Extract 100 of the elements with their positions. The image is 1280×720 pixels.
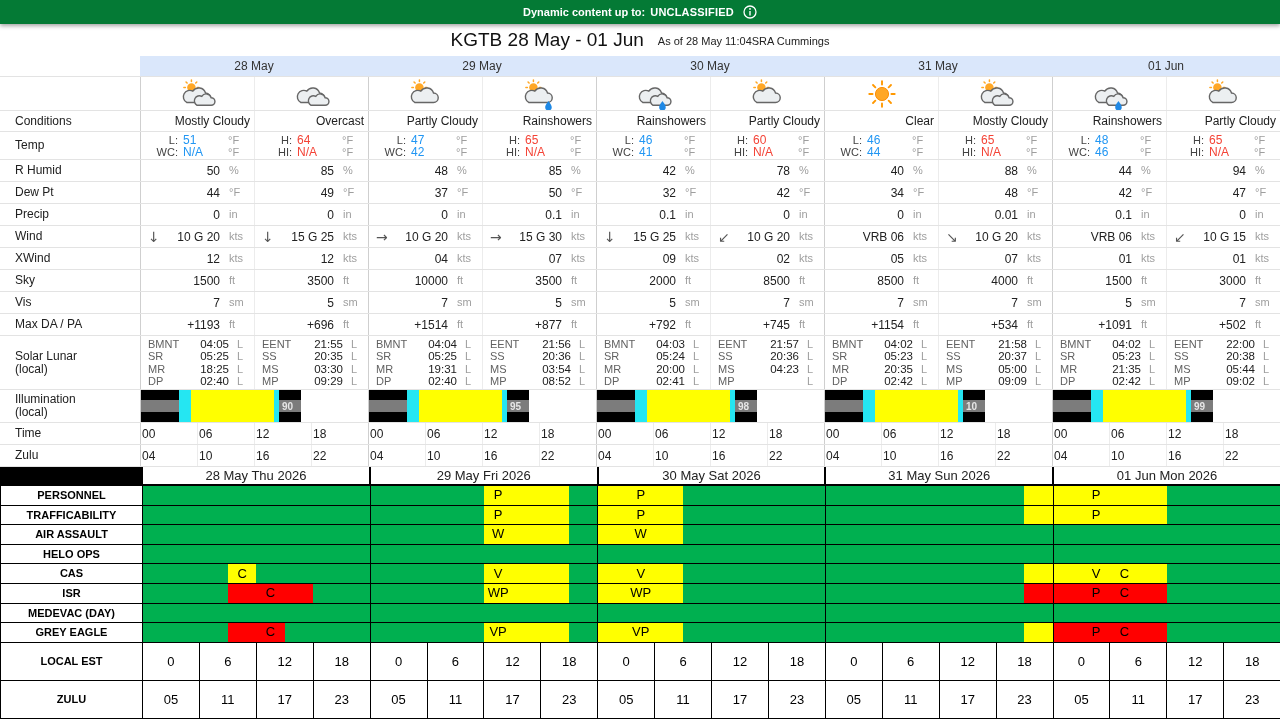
- unit-label: sm: [343, 295, 358, 311]
- local-hour: 18: [562, 652, 577, 671]
- zulu-tick: 04: [141, 447, 156, 465]
- zulu-hour: 11: [676, 690, 690, 709]
- unit-label: L: [1263, 362, 1270, 375]
- unit-label: L: [807, 350, 814, 363]
- day-header: 31 May Sun 2026: [888, 466, 991, 485]
- unit-label: ft: [457, 273, 464, 289]
- wind-direction-arrow: ↓: [604, 229, 616, 244]
- temp-value: N/A: [753, 145, 773, 158]
- zulu-hour: 11: [448, 690, 463, 709]
- measure-value: 07: [548, 250, 562, 268]
- date-header: 30 May: [596, 56, 824, 76]
- category-label: AIR ASSAULT: [35, 527, 108, 543]
- measure-value: 1500: [193, 272, 220, 290]
- solar-time: 20:36: [542, 350, 571, 363]
- unit-label: sm: [571, 295, 586, 311]
- status-code: C: [265, 625, 276, 640]
- solar-label: SS: [1174, 350, 1189, 363]
- unit-label: in: [1141, 207, 1150, 223]
- solar-time: 03:54: [542, 362, 571, 375]
- unit-label: L: [1263, 337, 1270, 350]
- temp-label: WC:: [840, 145, 862, 158]
- unit-label: L: [465, 350, 472, 363]
- unit-label: L: [1263, 375, 1270, 388]
- unit-label: kts: [685, 251, 700, 267]
- measure-value: 0.1: [545, 206, 562, 224]
- solar-time: 04:05: [200, 337, 229, 350]
- wind-direction-arrow: ↙: [1174, 229, 1186, 244]
- unit-label: kts: [457, 229, 472, 245]
- solar-label: SS: [262, 350, 277, 363]
- unit-label: L: [351, 350, 358, 363]
- measure-value: +1091: [1098, 316, 1132, 334]
- zulu-hour: 17: [1188, 690, 1203, 709]
- solar-label: EENT: [262, 337, 292, 350]
- twilight-segment: [958, 390, 963, 422]
- temp-value: 46: [639, 133, 653, 146]
- unit-label: ft: [1255, 273, 1262, 289]
- unit-label: °F: [684, 145, 696, 158]
- unit-label: °F: [798, 133, 810, 146]
- zulu-tick: 16: [1167, 447, 1182, 465]
- solar-label: DP: [1060, 375, 1076, 388]
- solar-label: SR: [1060, 350, 1076, 363]
- night-segment: [1053, 390, 1091, 422]
- local-hour: 0: [167, 652, 175, 671]
- category-label: ZULU: [56, 692, 87, 707]
- measure-value: 47: [1232, 184, 1246, 202]
- unit-label: in: [1255, 207, 1264, 223]
- measure-value: 7: [783, 294, 790, 312]
- measure-value: 01: [1118, 250, 1132, 268]
- unit-label: °F: [571, 185, 583, 201]
- unit-label: L: [237, 350, 244, 363]
- time-tick: 18: [1224, 425, 1239, 443]
- unit-label: °F: [1140, 133, 1152, 146]
- measure-value: 1500: [1105, 272, 1132, 290]
- unit-label: °F: [1026, 145, 1038, 158]
- time-tick: 00: [597, 425, 612, 443]
- unit-label: L: [1035, 337, 1042, 350]
- unit-label: kts: [229, 229, 244, 245]
- temp-value: 51: [183, 133, 197, 146]
- solar-time: 09:29: [314, 375, 343, 388]
- solar-time: 04:02: [884, 337, 913, 350]
- solar-time: 04:03: [656, 337, 685, 350]
- status-code: VP: [489, 625, 507, 640]
- row-label: Sky: [15, 274, 35, 287]
- zulu-hour: 11: [221, 690, 235, 709]
- unit-label: L: [921, 350, 928, 363]
- unit-label: °F: [1255, 185, 1267, 201]
- info-icon[interactable]: [742, 5, 757, 19]
- time-tick: 06: [426, 425, 441, 443]
- measure-value: 10 G 20: [975, 228, 1018, 246]
- as-of-text: As of 28 May 11:04SRA Cummings: [657, 33, 830, 49]
- local-hour: 12: [277, 652, 292, 671]
- unit-label: L: [579, 362, 586, 375]
- wind-direction-arrow: ↘: [946, 229, 958, 244]
- unit-label: L: [465, 375, 472, 388]
- solar-label: SR: [376, 350, 392, 363]
- zulu-tick: 16: [939, 447, 954, 465]
- unit-label: kts: [1027, 251, 1042, 267]
- unit-label: °F: [1027, 185, 1039, 201]
- unit-label: kts: [229, 251, 244, 267]
- solar-label: EENT: [1174, 337, 1204, 350]
- unit-label: sm: [1255, 295, 1270, 311]
- time-tick: 06: [198, 425, 213, 443]
- time-tick: 12: [711, 425, 726, 443]
- measure-value: 37: [434, 184, 448, 202]
- measure-value: 10000: [414, 272, 448, 290]
- row-label: Precip: [15, 208, 49, 221]
- measure-value: 3500: [307, 272, 334, 290]
- zulu-hour: 17: [505, 690, 520, 709]
- date-header: 29 May: [368, 56, 596, 76]
- unit-label: L: [693, 350, 700, 363]
- unit-label: sm: [1027, 295, 1042, 311]
- measure-value: 49: [320, 184, 334, 202]
- condition-text: Mostly Cloudy: [174, 113, 250, 130]
- unit-label: °F: [570, 133, 582, 146]
- unit-label: %: [1255, 163, 1265, 179]
- solar-label: EENT: [718, 337, 748, 350]
- date-header: 01 Jun: [1052, 56, 1280, 76]
- measure-value: 85: [320, 162, 334, 180]
